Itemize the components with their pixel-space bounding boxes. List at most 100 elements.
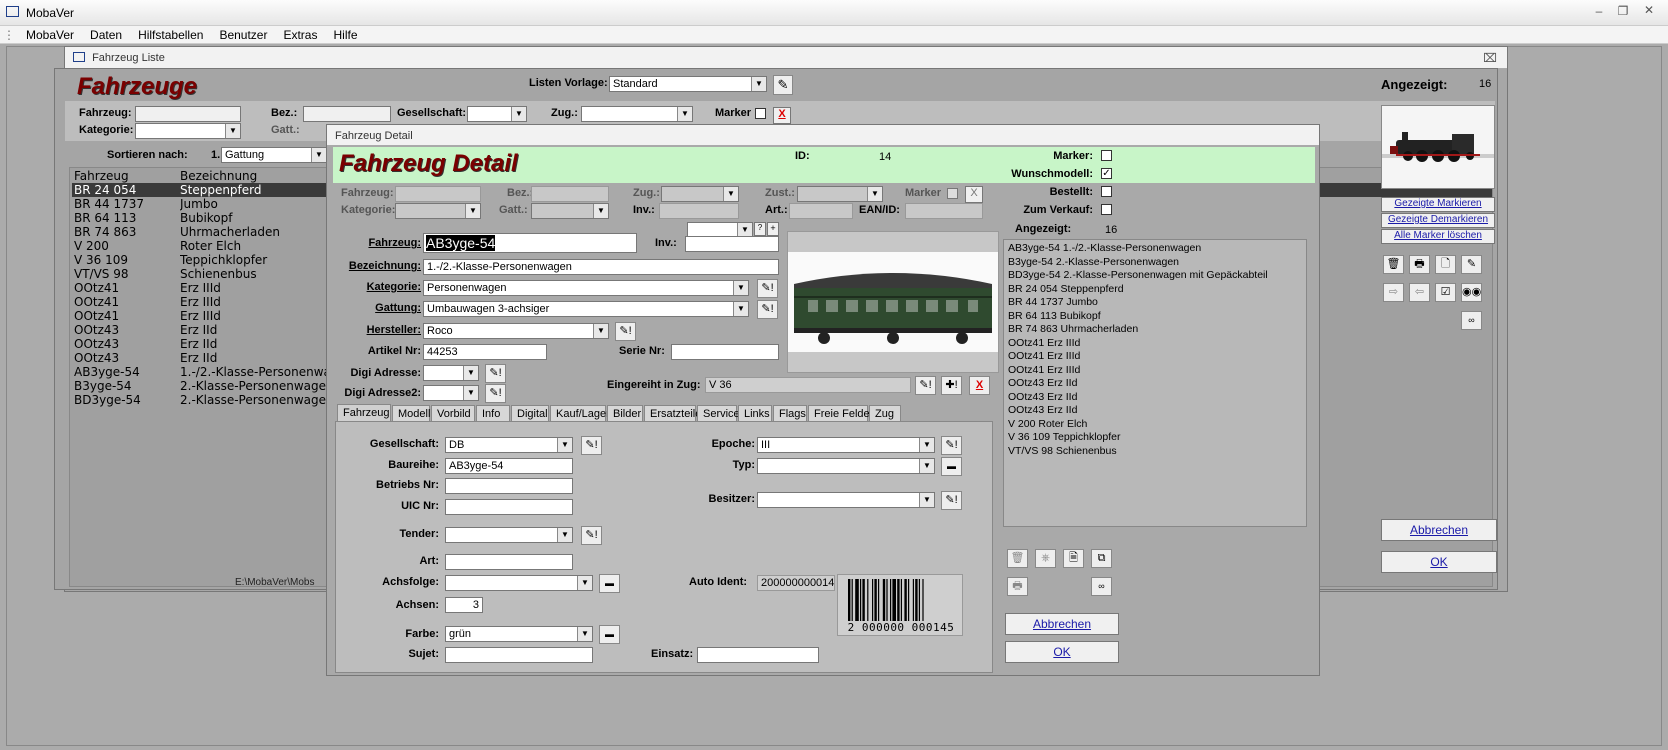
tab-info[interactable]: Info bbox=[476, 405, 510, 422]
zug-edit-icon[interactable]: ✎! bbox=[915, 376, 936, 395]
new-record-icon[interactable]: 🗋 bbox=[1435, 255, 1456, 274]
menu-benutzer[interactable]: Benutzer bbox=[211, 26, 275, 44]
uic-nr-input[interactable] bbox=[445, 499, 573, 515]
detail-new-icon[interactable]: 🗎 bbox=[1063, 549, 1084, 568]
checkmark-icon[interactable]: ☑ bbox=[1435, 283, 1456, 302]
list-cell-bezeichnung[interactable]: Roter Elch bbox=[180, 239, 330, 253]
list-cell-fahrzeug[interactable]: OOtz41 bbox=[74, 309, 178, 323]
list-cell-fahrzeug[interactable]: V 36 109 bbox=[74, 253, 178, 267]
related-item[interactable]: B3yge-54 2.-Klasse-Personenwagen bbox=[1008, 256, 1179, 268]
related-item[interactable]: OOtz43 Erz IId bbox=[1008, 377, 1077, 389]
menu-daten[interactable]: Daten bbox=[82, 26, 130, 44]
artikel-input[interactable]: 44253 bbox=[423, 344, 547, 360]
related-item[interactable]: V 36 109 Teppichklopfer bbox=[1008, 431, 1120, 443]
gesellschaft-select[interactable]: DB ▼ bbox=[445, 437, 573, 453]
list-cell-bezeichnung[interactable]: Erz IIId bbox=[180, 281, 330, 295]
edit-record-icon[interactable]: ✎ bbox=[1461, 255, 1482, 274]
bestellt-checkbox[interactable] bbox=[1101, 186, 1112, 197]
epoche-edit-icon[interactable]: ✎! bbox=[941, 436, 962, 455]
restore-icon[interactable]: ❐ bbox=[1612, 4, 1634, 18]
minimize-icon[interactable]: – bbox=[1588, 4, 1610, 18]
serie-input[interactable] bbox=[671, 344, 779, 360]
list-cell-bezeichnung[interactable]: 1.-/2.-Klasse-Personenwagen bbox=[180, 365, 330, 379]
list-cell-bezeichnung[interactable]: Bubikopf bbox=[180, 211, 330, 225]
list-cell-fahrzeug[interactable]: AB3yge-54 bbox=[74, 365, 178, 379]
kategorie-edit-icon[interactable]: ✎! bbox=[757, 279, 778, 298]
list-cell-fahrzeug[interactable]: OOtz41 bbox=[74, 281, 178, 295]
zum-verkauf-checkbox[interactable] bbox=[1101, 204, 1112, 215]
filter-marker-checkbox[interactable] bbox=[755, 108, 766, 119]
related-item[interactable]: BD3yge-54 2.-Klasse-Personenwagen mit Ge… bbox=[1008, 269, 1268, 281]
detail-ok-button[interactable]: OK bbox=[1005, 641, 1119, 663]
filter-zug-select[interactable]: ▼ bbox=[581, 106, 693, 122]
list-cell-fahrzeug[interactable]: V 200 bbox=[74, 239, 178, 253]
delete-icon[interactable]: 🗑 bbox=[1383, 255, 1404, 274]
filter-kategorie-select[interactable]: ▼ bbox=[135, 123, 241, 139]
list-cell-fahrzeug[interactable]: BR 74 863 bbox=[74, 225, 178, 239]
einsatz-input[interactable] bbox=[697, 647, 819, 663]
list-cell-bezeichnung[interactable]: Erz IId bbox=[180, 337, 330, 351]
column-header-fahrzeug[interactable]: Fahrzeug bbox=[74, 169, 178, 183]
tab-freie-felder[interactable]: Freie Felder bbox=[808, 405, 873, 422]
fahrzeug-input[interactable]: AB3yge-54 bbox=[423, 233, 637, 253]
related-item[interactable]: BR 64 113 Bubikopf bbox=[1008, 310, 1101, 322]
menu-hilfe[interactable]: Hilfe bbox=[325, 26, 365, 44]
sujet-input[interactable] bbox=[445, 647, 593, 663]
menu-mobaver[interactable]: MobaVer bbox=[18, 26, 82, 44]
filter-clear-button[interactable]: X bbox=[773, 107, 791, 124]
import-icon[interactable]: ⇦ bbox=[1409, 283, 1430, 302]
related-item[interactable]: OOtz41 Erz IIId bbox=[1008, 337, 1080, 349]
gattung-edit-icon[interactable]: ✎! bbox=[757, 300, 778, 319]
tender-edit-icon[interactable]: ✎! bbox=[581, 526, 602, 545]
digi-adresse2-edit-icon[interactable]: ✎! bbox=[485, 384, 506, 403]
menu-hilfstabellen[interactable]: Hilfstabellen bbox=[130, 26, 211, 44]
list-cell-bezeichnung[interactable]: Erz IIId bbox=[180, 295, 330, 309]
list-cell-fahrzeug[interactable]: OOtz41 bbox=[74, 295, 178, 309]
typ-select[interactable]: ▼ bbox=[757, 458, 935, 474]
close-icon[interactable]: ✕ bbox=[1638, 3, 1660, 17]
list-cell-bezeichnung[interactable]: Jumbo bbox=[180, 197, 330, 211]
column-header-bezeichnung[interactable]: Bezeichnung bbox=[180, 169, 330, 183]
tab-links[interactable]: Links bbox=[738, 405, 772, 422]
detail-print-icon[interactable]: 🖶 bbox=[1007, 577, 1028, 596]
list-cell-bezeichnung[interactable]: Schienenbus bbox=[180, 267, 330, 281]
besitzer-select[interactable]: ▼ bbox=[757, 492, 935, 508]
related-item[interactable]: OOtz41 Erz IIId bbox=[1008, 364, 1080, 376]
list-cell-bezeichnung[interactable]: Uhrmacherladen bbox=[180, 225, 330, 239]
list-cell-fahrzeug[interactable]: OOtz43 bbox=[74, 337, 178, 351]
tab-flags[interactable]: Flags bbox=[773, 405, 807, 422]
zug-add-icon[interactable]: ✚! bbox=[941, 376, 962, 395]
menu-extras[interactable]: Extras bbox=[275, 26, 325, 44]
list-cell-fahrzeug[interactable]: BR 24 054 bbox=[74, 183, 178, 197]
epoche-select[interactable]: III ▼ bbox=[757, 437, 935, 453]
list-cell-bezeichnung[interactable]: Erz IId bbox=[180, 323, 330, 337]
binoculars-icon[interactable]: ◉◉ bbox=[1461, 283, 1482, 302]
vorlage-edit-button[interactable]: ✎ bbox=[773, 75, 793, 95]
list-cell-fahrzeug[interactable]: VT/VS 98 bbox=[74, 267, 178, 281]
tab-service[interactable]: Service bbox=[697, 405, 740, 422]
gesellschaft-edit-icon[interactable]: ✎! bbox=[581, 436, 602, 455]
art-input[interactable] bbox=[445, 554, 573, 570]
farbe-select[interactable]: grün ▼ bbox=[445, 626, 593, 642]
list-cell-fahrzeug[interactable]: BD3yge-54 bbox=[74, 393, 178, 407]
kategorie-select[interactable]: Personenwagen ▼ bbox=[423, 280, 749, 296]
tab-ersatzteile[interactable]: Ersatzteile bbox=[644, 405, 701, 422]
betriebs-nr-input[interactable] bbox=[445, 478, 573, 494]
related-item[interactable]: V 200 Roter Elch bbox=[1008, 418, 1087, 430]
achsfolge-minus-icon[interactable]: ▬ bbox=[599, 574, 620, 593]
related-item[interactable]: AB3yge-54 1.-/2.-Klasse-Personenwagen bbox=[1008, 242, 1201, 254]
add-button[interactable]: + bbox=[767, 222, 779, 236]
list-cell-bezeichnung[interactable]: Erz IId bbox=[180, 351, 330, 365]
list-cell-fahrzeug[interactable]: B3yge-54 bbox=[74, 379, 178, 393]
listen-vorlage-select[interactable]: Standard ▼ bbox=[609, 76, 767, 92]
tab-modell[interactable]: Modell bbox=[392, 405, 430, 422]
related-item[interactable]: VT/VS 98 Schienenbus bbox=[1008, 445, 1117, 457]
list-cell-fahrzeug[interactable]: OOtz43 bbox=[74, 323, 178, 337]
hersteller-edit-icon[interactable]: ✎! bbox=[615, 322, 636, 341]
farbe-minus-icon[interactable]: ▬ bbox=[599, 625, 620, 644]
related-item[interactable]: OOtz41 Erz IIId bbox=[1008, 350, 1080, 362]
inv-input[interactable] bbox=[685, 236, 779, 252]
digi-adresse-select[interactable]: ▼ bbox=[423, 365, 479, 381]
related-item[interactable]: OOtz43 Erz IId bbox=[1008, 404, 1077, 416]
list-cell-bezeichnung[interactable]: Teppichklopfer bbox=[180, 253, 330, 267]
